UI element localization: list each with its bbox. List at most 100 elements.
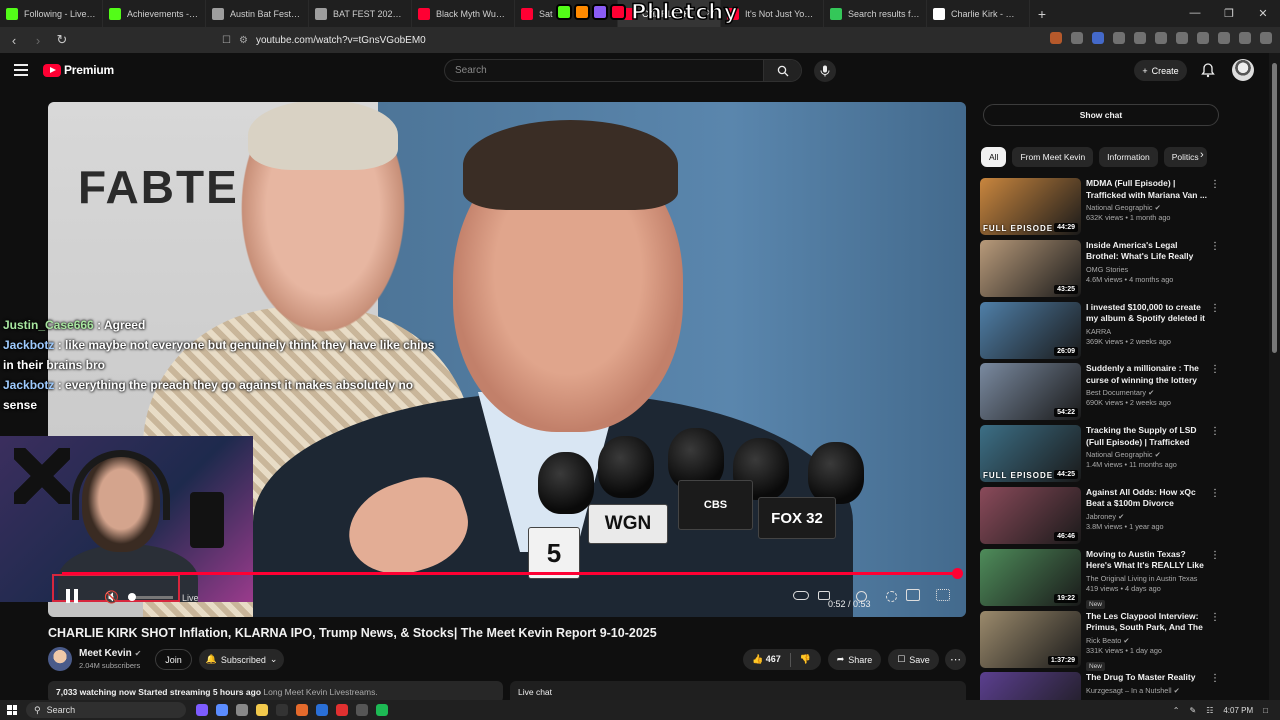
miniplayer-icon[interactable]	[886, 591, 897, 602]
page-scrollbar[interactable]	[1269, 53, 1280, 700]
recommended-video[interactable]: 43:25 Inside America's Legal Brothel: Wha…	[980, 239, 1220, 302]
fullscreen-icon[interactable]	[936, 589, 950, 601]
extension-icon[interactable]	[1134, 32, 1146, 44]
app-icon[interactable]	[216, 704, 228, 716]
channel-name[interactable]: National Geographic ✔	[1086, 450, 1208, 459]
subscribed-button[interactable]: 🔔 Subscribed ⌄	[199, 649, 284, 670]
voice-search-button[interactable]	[814, 60, 836, 82]
video-thumbnail[interactable]: 46:46	[980, 486, 1081, 544]
app-icon[interactable]	[196, 704, 208, 716]
tray-chevron-icon[interactable]: ⌃	[1173, 706, 1180, 715]
app-icon[interactable]	[336, 704, 348, 716]
filter-chip[interactable]: Information	[1099, 147, 1158, 167]
video-thumbnail[interactable]: FULL EPISODE 44:29	[980, 178, 1081, 235]
search-input[interactable]	[445, 65, 765, 76]
search-button[interactable]	[763, 60, 801, 81]
channel-name[interactable]: Rick Beato ✔	[1086, 636, 1208, 645]
new-tab-button[interactable]: +	[1030, 6, 1054, 22]
share-button[interactable]: ➦ Share	[828, 649, 881, 670]
chevron-right-icon[interactable]: ›	[1200, 149, 1204, 161]
browser-tab[interactable]: Search results for: n	[824, 0, 927, 27]
app-icon[interactable]	[276, 704, 288, 716]
youtube-premium-logo[interactable]: Premium	[43, 63, 114, 77]
minimize-icon[interactable]: —	[1178, 7, 1212, 20]
channel-name[interactable]: Jabroney ✔	[1086, 512, 1208, 521]
recommended-video[interactable]: 19:22 Moving to Austin Texas? Here's What…	[980, 548, 1220, 611]
more-options-icon[interactable]: ⋮	[1210, 488, 1220, 499]
extension-icon[interactable]	[1218, 32, 1230, 44]
more-options-icon[interactable]: ⋮	[1210, 426, 1220, 437]
join-button[interactable]: Join	[155, 649, 192, 670]
notification-icon[interactable]: □	[1263, 706, 1268, 715]
video-progress-bar[interactable]	[62, 568, 963, 579]
channel-name[interactable]: OMG Stories	[1086, 265, 1208, 274]
like-button[interactable]: 👍 467	[743, 654, 790, 665]
recommended-video[interactable]: FULL EPISODE 44:29 MDMA (Full Episode) | T…	[980, 178, 1220, 240]
site-info-icon[interactable]: ⚙	[239, 35, 248, 46]
filter-chip[interactable]: All	[981, 147, 1007, 167]
steam-icon[interactable]	[316, 704, 328, 716]
recommended-video[interactable]: 26:09 I invested $100,000 to create my al…	[980, 301, 1220, 364]
account-avatar[interactable]	[1232, 59, 1254, 81]
video-title[interactable]: Moving to Austin Texas? Here's What It's…	[1086, 549, 1208, 572]
video-thumbnail[interactable]: 19:22	[980, 548, 1081, 606]
pen-icon[interactable]: ✎	[1189, 706, 1196, 715]
browser-tab[interactable]: BAT FEST 2025 - Au	[309, 0, 412, 27]
channel-name[interactable]: National Geographic ✔	[1086, 203, 1208, 212]
media-icon[interactable]	[1176, 32, 1188, 44]
video-thumbnail[interactable]: FULL EPISODE 44:25	[980, 425, 1081, 483]
create-button[interactable]: + Create	[1134, 60, 1187, 81]
captions-icon[interactable]	[818, 591, 830, 600]
show-chat-button[interactable]: Show chat	[983, 104, 1219, 126]
video-thumbnail[interactable]: 54:22	[980, 363, 1081, 421]
restore-icon[interactable]: ❐	[1212, 7, 1246, 20]
scrubber-handle[interactable]	[952, 568, 963, 579]
browser-tab[interactable]: Charlie Kirk - Wikip	[927, 0, 1030, 27]
volume-slider[interactable]	[128, 593, 173, 601]
extension-icon[interactable]	[1155, 32, 1167, 44]
browser-tab[interactable]: Black Myth Wukong	[412, 0, 515, 27]
network-icon[interactable]: ☷	[1206, 706, 1213, 715]
settings-gear-icon[interactable]	[856, 591, 867, 602]
recommended-video[interactable]: 1:37:29 The Les Claypool Interview: Primu…	[980, 610, 1220, 673]
menu-icon[interactable]	[1260, 32, 1272, 44]
browser-tab[interactable]: Following - Live Stre	[0, 0, 103, 27]
video-title[interactable]: Inside America's Legal Brothel: What's L…	[1086, 240, 1208, 263]
recommended-video[interactable]: FULL EPISODE 44:25 Tracking the Supply of …	[980, 425, 1220, 487]
channel-name[interactable]: Best Documentary ✔	[1086, 388, 1208, 397]
filter-chip[interactable]: From Meet Kevin	[1012, 147, 1094, 167]
video-title[interactable]: The Les Claypool Interview: Primus, Sout…	[1086, 611, 1208, 634]
more-options-icon[interactable]: ⋮	[1210, 673, 1220, 684]
forward-icon[interactable]: ›	[28, 33, 48, 48]
extension-icon[interactable]	[1071, 32, 1083, 44]
dislike-button[interactable]: 👎	[791, 654, 820, 665]
channel-name[interactable]: Kurzgesagt – In a Nutshell ✔	[1086, 686, 1208, 695]
recommended-video[interactable]: 54:22 Suddenly a millionaire : The curse …	[980, 363, 1220, 425]
video-title[interactable]: Suddenly a millionaire : The curse of wi…	[1086, 363, 1208, 386]
video-title[interactable]: MDMA (Full Episode) | Trafficked with Ma…	[1086, 178, 1208, 201]
extension-icon[interactable]	[1050, 32, 1062, 44]
channel-name[interactable]: Meet Kevin ✔	[79, 648, 141, 659]
app-icon[interactable]	[236, 704, 248, 716]
video-thumbnail[interactable]: 43:25	[980, 239, 1081, 297]
more-options-icon[interactable]: ⋮	[1210, 303, 1220, 314]
clock[interactable]: 4:07 PM	[1223, 706, 1253, 715]
extension-icon[interactable]	[1092, 32, 1104, 44]
video-title[interactable]: Against All Odds: How xQc Beat a $100m D…	[1086, 487, 1208, 510]
more-actions-button[interactable]: ⋯	[945, 649, 966, 670]
video-title[interactable]: I invested $100,000 to create my album &…	[1086, 302, 1208, 325]
recommended-video[interactable]: 46:46 Against All Odds: How xQc Beat a $1…	[980, 486, 1220, 549]
reload-icon[interactable]: ↻	[52, 32, 72, 48]
theater-mode-icon[interactable]	[906, 589, 920, 601]
brave-browser-icon[interactable]	[296, 704, 308, 716]
save-button[interactable]: ☐ Save	[888, 649, 939, 670]
browser-tab[interactable]: Austin Bat Fest | Au	[206, 0, 309, 27]
more-options-icon[interactable]: ⋮	[1210, 179, 1220, 190]
more-options-icon[interactable]: ⋮	[1210, 612, 1220, 623]
bookmark-icon[interactable]: ☐	[222, 35, 231, 46]
mute-icon[interactable]: 🔇	[104, 590, 119, 604]
windows-start-icon[interactable]	[7, 705, 17, 715]
video-title[interactable]: The Drug To Master Reality	[1086, 672, 1208, 684]
more-options-icon[interactable]: ⋮	[1210, 364, 1220, 375]
spotify-icon[interactable]	[376, 704, 388, 716]
